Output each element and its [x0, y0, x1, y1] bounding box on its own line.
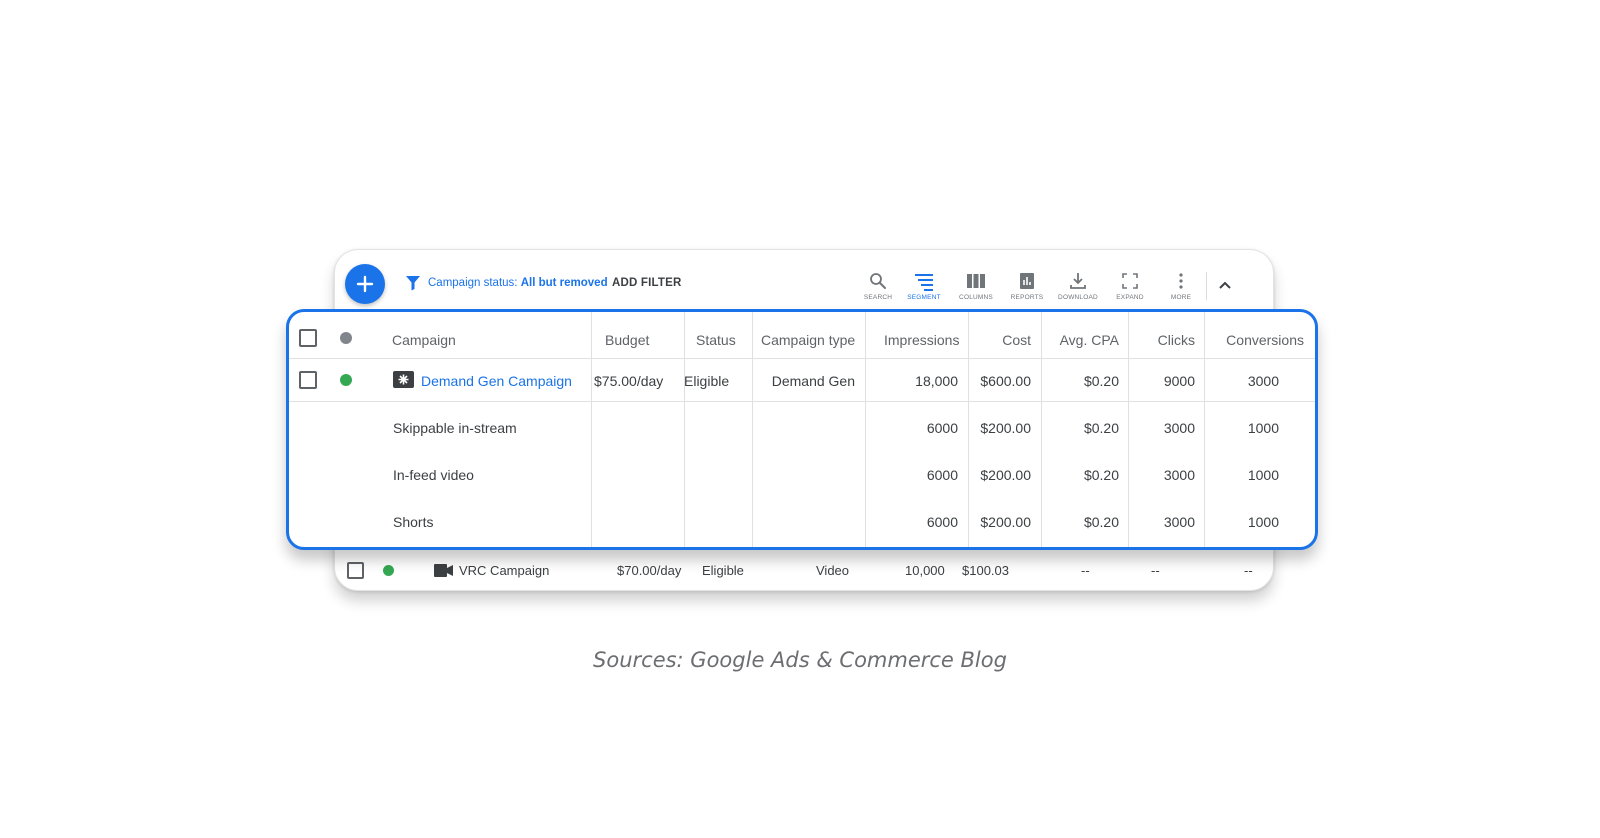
reports-tool-button[interactable]: REPORTS [1002, 271, 1052, 301]
add-filter-button[interactable]: ADD FILTER [612, 277, 682, 289]
campaign-type: Demand Gen [771, 373, 855, 389]
row-divider [289, 401, 1315, 402]
segment-name: In-feed video [393, 467, 474, 483]
vrc-budget: $70.00/day [617, 563, 682, 578]
status-header-dot [340, 332, 352, 344]
vrc-status: Eligible [702, 563, 744, 578]
segment-impressions: 6000 [926, 514, 958, 530]
segment-conversions: 1000 [1247, 514, 1279, 530]
filter-prefix: Campaign status: [428, 277, 518, 289]
search-tool-button[interactable]: SEARCH [853, 271, 903, 301]
more-tool-button[interactable]: MORE [1156, 271, 1206, 301]
segment-name: Shorts [393, 514, 434, 530]
campaign-status-dot [340, 374, 352, 386]
segment-avg-cpa: $0.20 [1083, 420, 1119, 436]
campaign-status-filter[interactable]: Campaign status: All but removed [428, 277, 608, 289]
header-avg-cpa[interactable]: Avg. CPA [1041, 332, 1119, 348]
header-impressions[interactable]: Impressions [884, 332, 959, 348]
demand-gen-campaign-link[interactable]: Demand Gen Campaign [421, 373, 572, 389]
header-conversions[interactable]: Conversions [1204, 332, 1304, 348]
expand-tool-button[interactable]: EXPAND [1105, 271, 1155, 301]
segment-avg-cpa: $0.20 [1083, 467, 1119, 483]
segment-tool-button[interactable]: SEGMENT [899, 271, 949, 301]
plus-icon [356, 275, 374, 293]
filter-icon[interactable] [405, 275, 421, 291]
header-divider [289, 358, 1315, 359]
more-icon [1179, 273, 1183, 289]
search-tool-label: SEARCH [863, 294, 893, 301]
columns-icon [967, 274, 985, 288]
search-icon [870, 273, 886, 289]
vrc-status-dot [383, 565, 394, 576]
add-campaign-button[interactable] [345, 264, 385, 304]
demand-gen-icon [393, 371, 414, 388]
vrc-cost: $100.03 [962, 563, 1009, 578]
segment-conversions: 1000 [1247, 420, 1279, 436]
segment-clicks: 3000 [1163, 514, 1195, 530]
vrc-impressions: 10,000 [905, 563, 945, 578]
segment-cost: $200.00 [980, 514, 1031, 530]
header-budget[interactable]: Budget [605, 332, 649, 348]
vrc-campaign-type: Video [816, 563, 850, 578]
segment-impressions: 6000 [926, 467, 958, 483]
campaign-cost: $600.00 [980, 373, 1031, 389]
header-clicks[interactable]: Clicks [1128, 332, 1195, 348]
column-divider [684, 312, 685, 547]
chevron-up-icon[interactable] [1218, 278, 1232, 292]
download-icon [1070, 273, 1086, 289]
download-tool-button[interactable]: DOWNLOAD [1053, 271, 1103, 301]
reports-icon [1020, 273, 1034, 289]
column-divider [591, 312, 592, 547]
vrc-campaign-link[interactable]: VRC Campaign [459, 563, 549, 578]
reports-tool-label: REPORTS [1010, 294, 1044, 301]
vrc-row-checkbox[interactable] [347, 562, 364, 579]
header-cost[interactable]: Cost [968, 332, 1031, 348]
segment-cost: $200.00 [980, 420, 1031, 436]
segment-cost: $200.00 [980, 467, 1031, 483]
campaign-row-checkbox[interactable] [299, 371, 317, 389]
video-camera-icon [434, 564, 453, 577]
more-tool-label: MORE [1170, 294, 1192, 301]
filter-value: All but removed [520, 277, 608, 289]
column-divider [752, 312, 753, 547]
campaign-conversions: 3000 [1247, 373, 1279, 389]
header-campaign-type[interactable]: Campaign type [761, 332, 855, 348]
highlighted-campaign-table: Campaign Budget Status Campaign type Imp… [286, 309, 1318, 550]
toolbar-divider [1206, 272, 1207, 300]
campaign-avg-cpa: $0.20 [1083, 373, 1119, 389]
campaign-impressions: 18,000 [915, 373, 958, 389]
segment-icon [915, 274, 933, 291]
vrc-conversions: -- [1244, 563, 1253, 578]
source-caption: Sources: Google Ads & Commerce Blog [593, 648, 1007, 672]
campaign-status: Eligible [684, 373, 730, 389]
columns-tool-label: COLUMNS [959, 294, 993, 301]
header-status[interactable]: Status [696, 332, 736, 348]
vrc-avg-cpa: -- [1081, 563, 1090, 578]
segment-name: Skippable in-stream [393, 420, 517, 436]
segment-tool-label: SEGMENT [907, 294, 941, 301]
header-campaign[interactable]: Campaign [392, 332, 456, 348]
vrc-clicks: -- [1151, 563, 1160, 578]
download-tool-label: DOWNLOAD [1058, 294, 1098, 301]
segment-avg-cpa: $0.20 [1083, 514, 1119, 530]
columns-tool-button[interactable]: COLUMNS [951, 271, 1001, 301]
segment-conversions: 1000 [1247, 467, 1279, 483]
segment-clicks: 3000 [1163, 420, 1195, 436]
segment-impressions: 6000 [926, 420, 958, 436]
segment-clicks: 3000 [1163, 467, 1195, 483]
expand-icon [1122, 273, 1138, 289]
campaign-budget: $75.00/day [594, 373, 664, 389]
select-all-checkbox[interactable] [299, 329, 317, 347]
campaign-clicks: 9000 [1163, 373, 1195, 389]
expand-tool-label: EXPAND [1116, 294, 1144, 301]
